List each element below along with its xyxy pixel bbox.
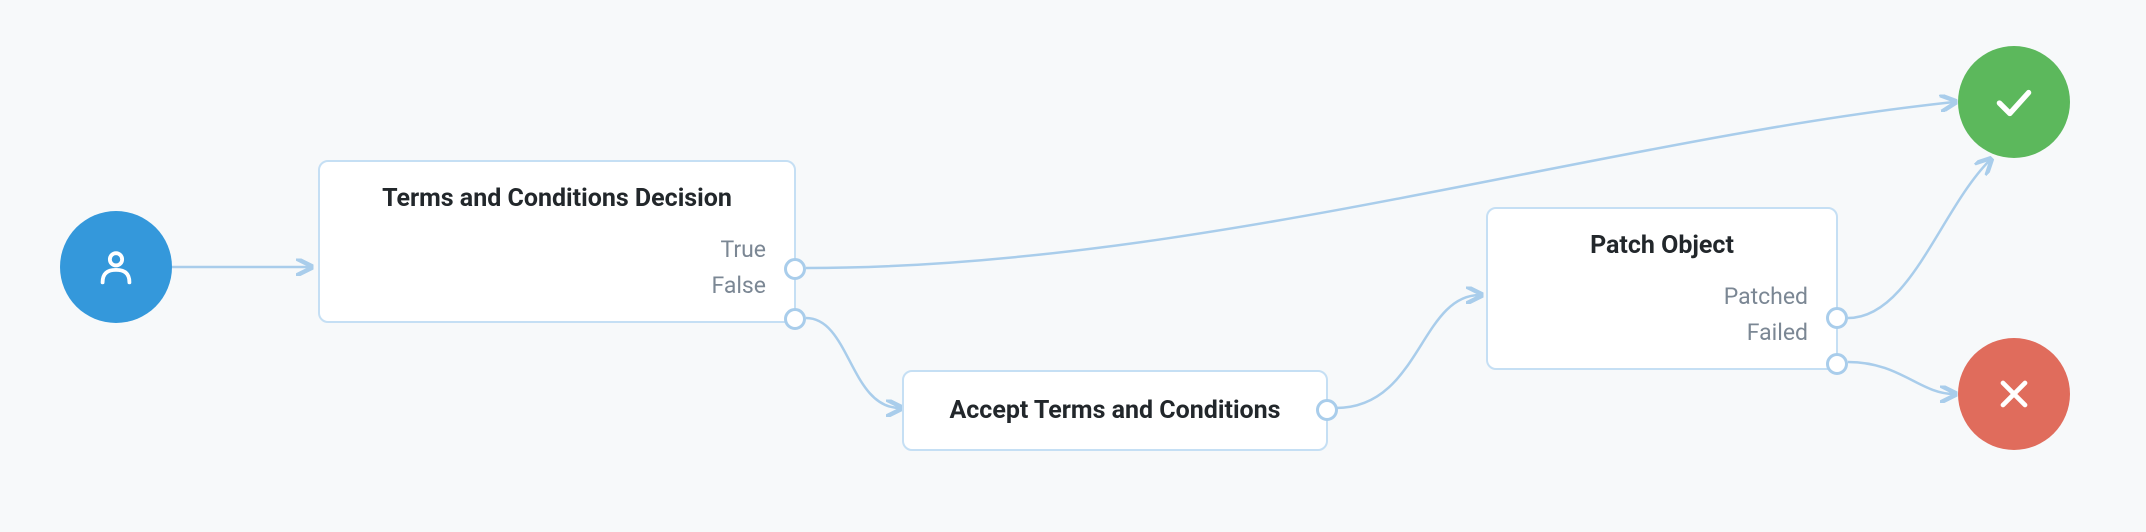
check-icon	[1989, 77, 2039, 127]
patch-output-patched-label: Patched	[1724, 283, 1808, 310]
decision-output-true-label: True	[720, 236, 766, 263]
patch-port-patched[interactable]	[1826, 307, 1848, 329]
accept-node[interactable]: Accept Terms and Conditions	[902, 370, 1328, 451]
edge-accept-to-patch	[1336, 295, 1480, 408]
decision-output-true-row: True	[346, 231, 768, 267]
decision-node[interactable]: Terms and Conditions Decision True False	[318, 160, 796, 323]
workflow-canvas: Terms and Conditions Decision True False…	[0, 0, 2146, 532]
decision-port-false[interactable]	[784, 308, 806, 330]
patch-port-failed[interactable]	[1826, 353, 1848, 375]
edge-failed-to-fail	[1848, 362, 1954, 394]
patch-output-failed-label: Failed	[1747, 319, 1808, 346]
patch-output-patched-row: Patched	[1514, 278, 1810, 314]
decision-output-false-label: False	[711, 272, 766, 299]
patch-output-failed-row: Failed	[1514, 314, 1810, 350]
accept-port-out[interactable]	[1316, 399, 1338, 421]
decision-title: Terms and Conditions Decision	[346, 184, 768, 213]
accept-title: Accept Terms and Conditions	[938, 396, 1292, 425]
success-node[interactable]	[1958, 46, 2070, 158]
patch-title: Patch Object	[1514, 231, 1810, 260]
patch-node[interactable]: Patch Object Patched Failed	[1486, 207, 1838, 370]
person-icon	[93, 244, 139, 290]
x-icon	[1992, 372, 2036, 416]
start-node[interactable]	[60, 211, 172, 323]
edge-false-to-accept	[806, 318, 900, 408]
decision-output-false-row: False	[346, 267, 768, 303]
fail-node[interactable]	[1958, 338, 2070, 450]
decision-port-true[interactable]	[784, 258, 806, 280]
edge-patched-to-success	[1848, 160, 1990, 318]
